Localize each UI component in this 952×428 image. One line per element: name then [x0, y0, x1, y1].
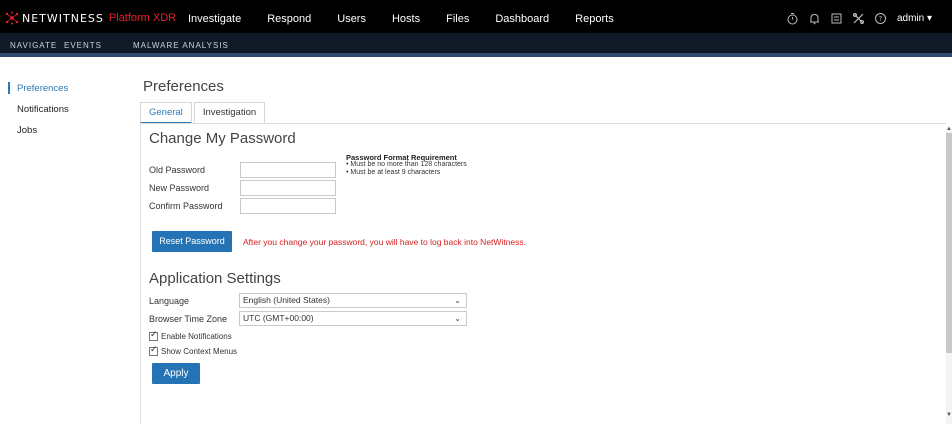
timezone-label: Browser Time Zone	[149, 314, 228, 324]
password-requirement-rule: • Must be no more than 128 characters	[346, 161, 467, 168]
sidebar: Preferences Notifications Jobs	[0, 78, 135, 141]
language-label: Language	[149, 296, 190, 306]
tab-investigation[interactable]: Investigation	[193, 102, 266, 124]
bell-icon[interactable]	[808, 12, 821, 25]
brand-name: NETWITNESS	[22, 11, 104, 25]
user-menu[interactable]: admin ▾	[897, 13, 932, 24]
brand-logo[interactable]: NETWITNESS Platform XDR	[4, 11, 176, 25]
sidebar-item-jobs[interactable]: Jobs	[0, 120, 135, 141]
language-value: English (United States)	[243, 295, 330, 305]
apply-button[interactable]: Apply	[152, 363, 200, 384]
nav-respond[interactable]: Respond	[267, 13, 311, 25]
timezone-select[interactable]: UTC (GMT+00:00) ⌄	[239, 311, 467, 326]
enable-notifications-checkbox[interactable]	[149, 330, 158, 341]
sidebar-item-preferences[interactable]: Preferences	[0, 78, 135, 99]
application-settings-heading: Application Settings	[149, 270, 281, 287]
password-requirement-rule: • Must be at least 9 characters	[346, 169, 441, 176]
content-border	[140, 124, 141, 424]
nav-hosts[interactable]: Hosts	[392, 13, 420, 25]
scrollbar-thumb[interactable]	[946, 133, 952, 353]
chevron-down-icon: ⌄	[454, 314, 461, 323]
old-password-label: Old Password	[149, 165, 206, 175]
reset-password-message: After you change your password, you will…	[243, 237, 527, 247]
toolbar-icons: ? admin ▾	[777, 12, 932, 25]
subnav-navigate[interactable]: NAVIGATE	[10, 41, 57, 50]
nav-reports[interactable]: Reports	[575, 13, 614, 25]
nav-investigate[interactable]: Investigate	[188, 13, 241, 25]
stopwatch-icon[interactable]	[786, 12, 799, 25]
language-select[interactable]: English (United States) ⌄	[239, 293, 467, 308]
scroll-down-icon[interactable]: ▼	[946, 412, 952, 418]
subnav-malware-analysis[interactable]: MALWARE ANALYSIS	[133, 41, 229, 50]
nav-files[interactable]: Files	[446, 13, 469, 25]
confirm-password-input[interactable]	[240, 198, 336, 214]
show-context-menus-checkbox[interactable]	[149, 345, 158, 356]
new-password-label: New Password	[149, 183, 210, 193]
timezone-value: UTC (GMT+00:00)	[243, 313, 314, 323]
main-nav: Investigate Respond Users Hosts Files Da…	[188, 13, 640, 25]
page-title: Preferences	[143, 78, 224, 95]
checklist-icon[interactable]	[830, 12, 843, 25]
tab-bar: General Investigation	[140, 102, 267, 124]
subnav-events[interactable]: EVENTS	[64, 41, 102, 50]
top-bar: NETWITNESS Platform XDR Investigate Resp…	[0, 0, 952, 33]
enable-notifications-label: Enable Notifications	[161, 332, 232, 341]
tools-icon[interactable]	[852, 12, 865, 25]
nav-dashboard[interactable]: Dashboard	[495, 13, 549, 25]
svg-text:?: ?	[879, 15, 883, 23]
tab-divider	[140, 123, 946, 124]
scroll-up-icon[interactable]: ▲	[946, 126, 952, 132]
chevron-down-icon: ⌄	[454, 296, 461, 305]
change-password-heading: Change My Password	[149, 130, 296, 147]
show-context-menus-label: Show Context Menus	[161, 347, 238, 356]
sidebar-item-notifications[interactable]: Notifications	[0, 99, 135, 120]
netwitness-logo-icon	[5, 11, 19, 25]
new-password-input[interactable]	[240, 180, 336, 196]
old-password-input[interactable]	[240, 162, 336, 178]
tab-general[interactable]: General	[140, 102, 192, 124]
help-icon[interactable]: ?	[874, 12, 887, 25]
brand-product: Platform XDR	[108, 12, 177, 24]
show-context-menus-row[interactable]: Show Context Menus	[149, 345, 238, 356]
confirm-password-label: Confirm Password	[149, 201, 223, 211]
reset-password-button[interactable]: Reset Password	[152, 231, 232, 252]
enable-notifications-row[interactable]: Enable Notifications	[149, 330, 232, 341]
sub-nav: NAVIGATE EVENTS MALWARE ANALYSIS	[0, 33, 952, 57]
nav-users[interactable]: Users	[337, 13, 366, 25]
